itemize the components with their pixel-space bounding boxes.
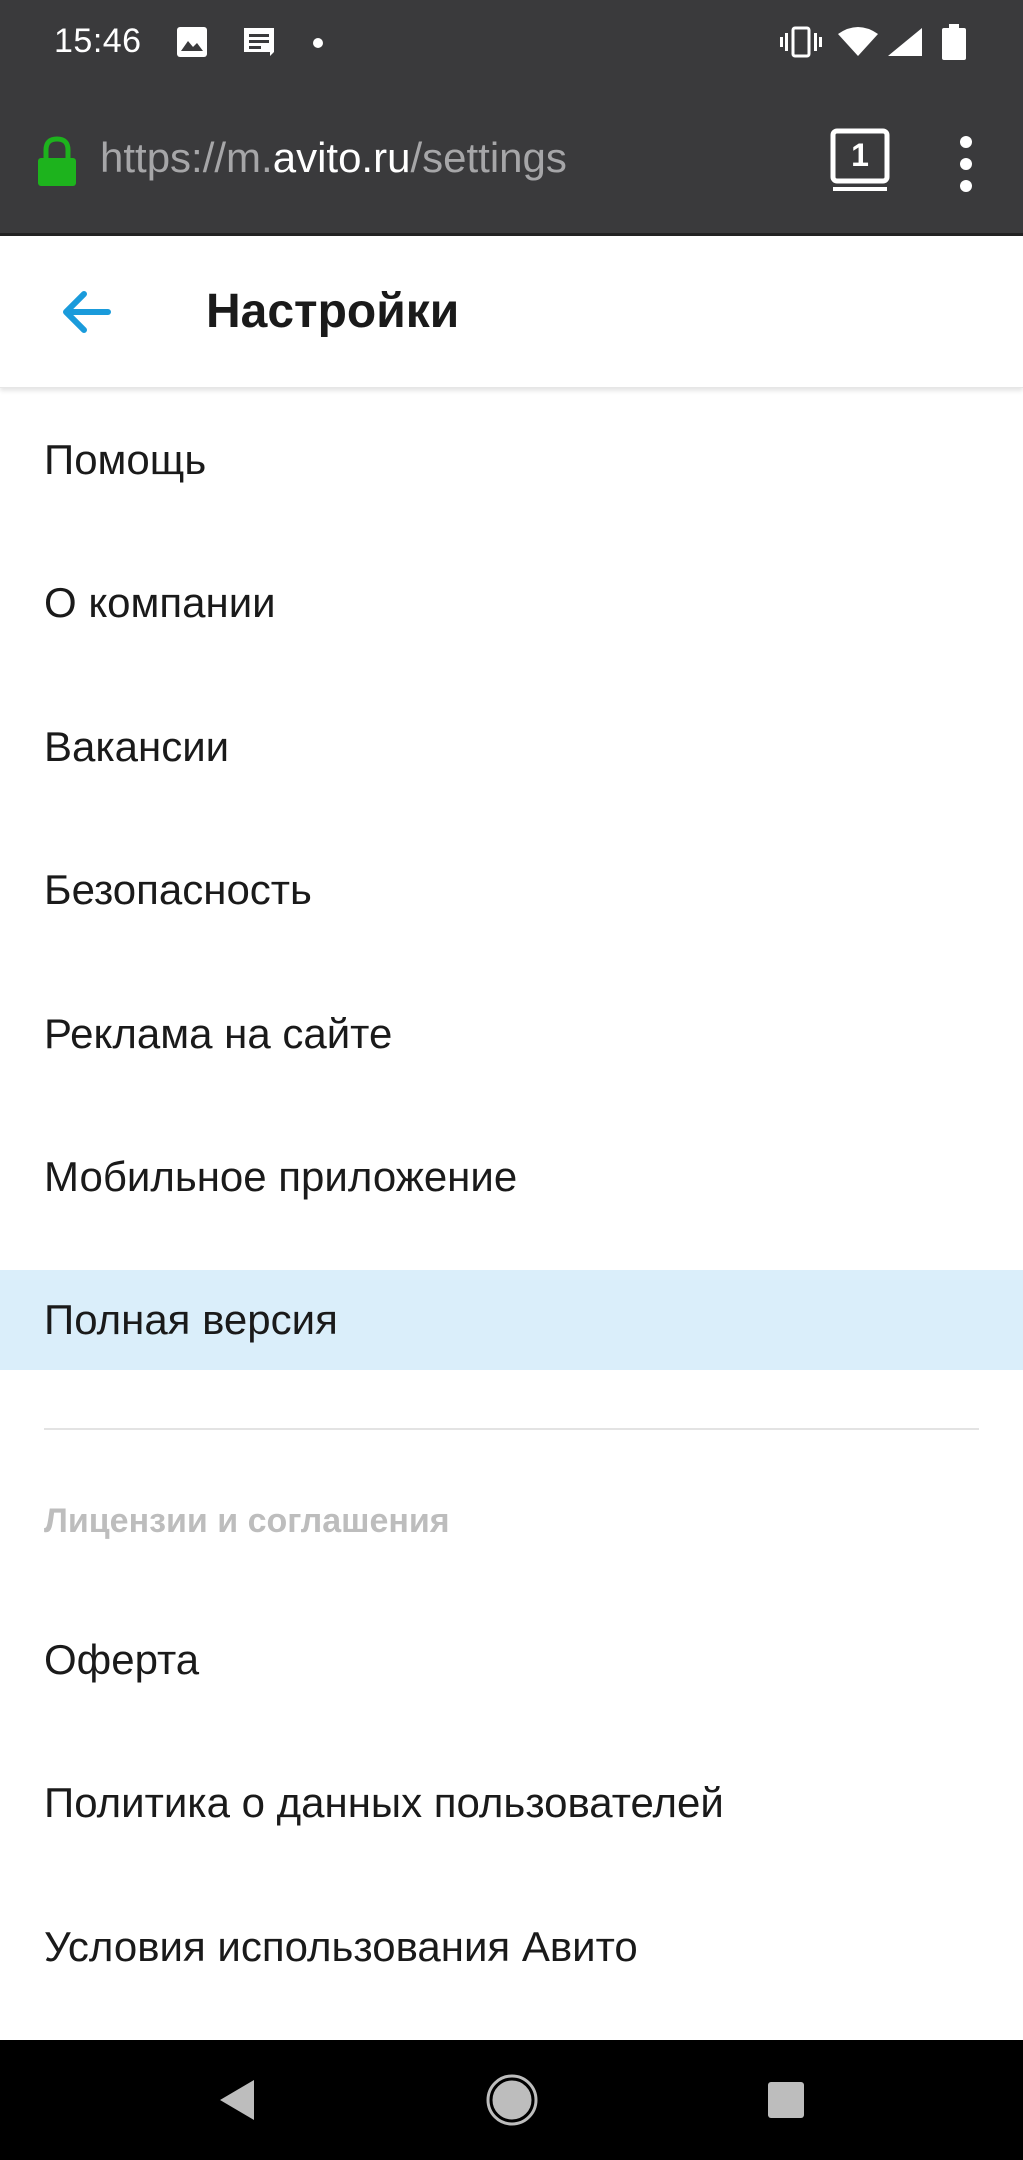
triangle-back-icon — [220, 2080, 254, 2120]
wifi-icon — [838, 26, 878, 63]
settings-item-help[interactable]: Помощь — [0, 388, 1023, 532]
circle-home-icon — [486, 2074, 538, 2126]
settings-item-about[interactable]: О компании — [0, 532, 1023, 676]
legal-list: Оферта Политика о данных пользователей У… — [0, 1588, 1023, 2019]
nav-home-button[interactable] — [482, 2070, 542, 2130]
divider — [44, 1428, 979, 1430]
browser-menu-button[interactable] — [950, 134, 982, 194]
tab-count: 1 — [851, 137, 869, 173]
app-header: Настройки — [0, 236, 1023, 388]
section-header-licenses: Лицензии и соглашения — [44, 1502, 450, 1540]
page-title: Настройки — [206, 285, 460, 338]
nav-back-button[interactable] — [206, 2070, 266, 2130]
url-path: /settings — [410, 134, 567, 181]
lock-icon — [36, 136, 78, 193]
url-field[interactable]: https://m.avito.ru/settings — [100, 134, 567, 182]
image-icon — [176, 26, 208, 63]
vibrate-icon — [780, 26, 822, 63]
legal-item-terms-of-use[interactable]: Условия использования Авито — [0, 1875, 1023, 2019]
settings-item-security[interactable]: Безопасность — [0, 819, 1023, 963]
browser-url-bar: https://m.avito.ru/settings 1 — [0, 88, 1023, 236]
arrow-left-icon — [63, 291, 111, 333]
message-icon — [242, 26, 276, 63]
settings-item-full-version[interactable]: Полная версия — [0, 1270, 1023, 1370]
legal-item-offer[interactable]: Оферта — [0, 1588, 1023, 1732]
signal-icon — [886, 26, 924, 63]
settings-list: Помощь О компании Вакансии Безопасность … — [0, 388, 1023, 1370]
nav-recents-button[interactable] — [756, 2070, 816, 2130]
back-button[interactable] — [56, 280, 120, 344]
settings-item-vacancies[interactable]: Вакансии — [0, 675, 1023, 819]
system-nav-bar — [0, 2040, 1023, 2160]
dot-icon — [312, 36, 324, 54]
settings-item-mobile-app[interactable]: Мобильное приложение — [0, 1106, 1023, 1250]
square-recents-icon — [768, 2082, 804, 2118]
url-prefix: https://m. — [100, 134, 273, 181]
url-host: avito.ru — [272, 134, 411, 181]
tab-switcher-button[interactable]: 1 — [830, 128, 890, 194]
settings-item-advertising[interactable]: Реклама на сайте — [0, 962, 1023, 1106]
legal-item-privacy-policy[interactable]: Политика о данных пользователей — [0, 1732, 1023, 1876]
status-time: 15:46 — [54, 22, 142, 60]
more-vert-icon — [960, 136, 972, 192]
status-bar: 15:46 — [0, 0, 1023, 88]
battery-icon — [942, 24, 966, 65]
